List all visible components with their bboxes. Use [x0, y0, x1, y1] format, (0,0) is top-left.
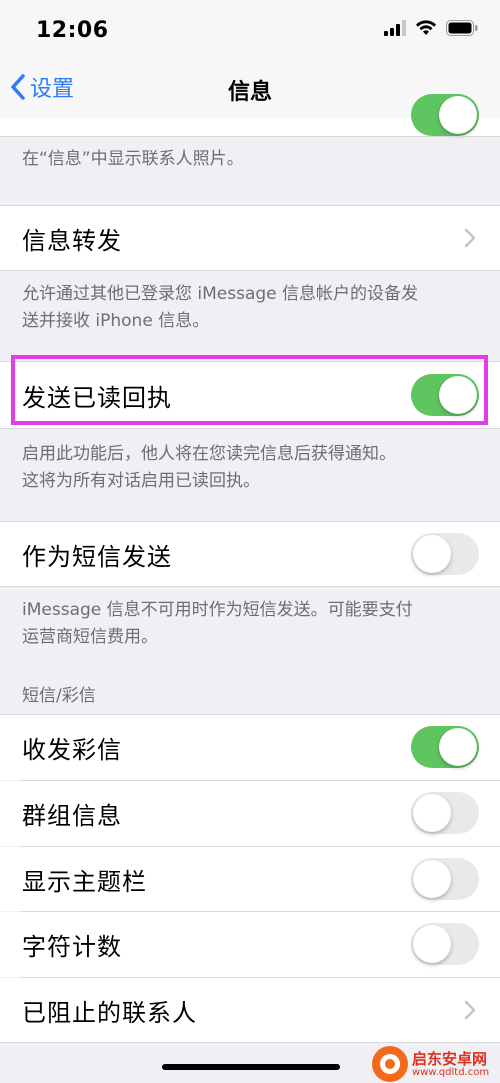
send-as-sms-cell: 作为短信发送	[0, 522, 500, 586]
read-receipts-footer: 启用此功能后，他人将在您读完信息后获得通知。 这将为所有对话启用已读回执。	[22, 441, 482, 495]
blocked-contacts-label: 已阻止的联系人	[22, 998, 197, 1027]
send-as-sms-footer-line2: 运营商短信费用。	[22, 627, 158, 647]
sms-mms-section-header: 短信/彩信	[22, 686, 96, 706]
send-as-sms-footer-line1: iMessage 信息不可用时作为短信发送。可能要支付	[22, 600, 413, 620]
toggle-knob	[413, 925, 451, 963]
read-receipts-cell: 发送已读回执	[0, 362, 500, 428]
send-as-sms-footer: iMessage 信息不可用时作为短信发送。可能要支付 运营商短信费用。	[22, 597, 482, 651]
toggle-knob	[439, 728, 477, 766]
watermark: 启东安卓网 www.qdltd.com	[372, 1046, 489, 1082]
home-indicator[interactable]	[162, 1064, 340, 1070]
forwarding-cell[interactable]: 信息转发	[0, 206, 500, 270]
show-subject-label: 显示主题栏	[22, 867, 147, 896]
mms-messaging-label: 收发彩信	[22, 736, 122, 764]
blocked-contacts-cell[interactable]: 已阻止的联系人	[0, 978, 500, 1042]
read-receipts-footer-line2: 这将为所有对话启用已读回执。	[22, 471, 260, 491]
toggle-knob	[439, 376, 477, 414]
send-as-sms-label: 作为短信发送	[22, 542, 172, 571]
cell-border	[0, 136, 500, 137]
contact-photos-footer: 在“信息”中显示联系人照片。	[22, 149, 244, 169]
cell-border	[0, 270, 500, 271]
read-receipts-label: 发送已读回执	[22, 383, 172, 412]
forwarding-footer-line1: 允许通过其他已登录您 iMessage 信息帐户的设备发	[22, 284, 419, 304]
contact-photos-cell	[0, 94, 500, 136]
forwarding-footer-line2: 送并接收 iPhone 信息。	[22, 311, 210, 331]
toggle-knob	[413, 860, 451, 898]
watermark-logo-icon	[372, 1046, 408, 1082]
cell-border	[0, 1042, 500, 1043]
status-icons	[384, 20, 478, 36]
read-receipts-toggle[interactable]	[411, 374, 479, 416]
read-receipts-footer-line1: 启用此功能后，他人将在您读完信息后获得通知。	[22, 444, 396, 464]
cell-border	[0, 586, 500, 587]
mms-messaging-toggle[interactable]	[411, 726, 479, 768]
watermark-text: 启东安卓网 www.qdltd.com	[412, 1051, 489, 1078]
group-messaging-label: 群组信息	[22, 802, 122, 830]
cell-border	[0, 428, 500, 429]
forwarding-footer: 允许通过其他已登录您 iMessage 信息帐户的设备发 送并接收 iPhone…	[22, 281, 482, 335]
show-subject-toggle[interactable]	[411, 858, 479, 900]
toggle-knob	[439, 96, 477, 134]
show-subject-cell: 显示主题栏	[0, 847, 500, 911]
watermark-title: 启东安卓网	[412, 1049, 488, 1068]
forwarding-label: 信息转发	[22, 226, 122, 255]
send-as-sms-toggle[interactable]	[411, 533, 479, 575]
group-messaging-toggle[interactable]	[411, 792, 479, 834]
toggle-knob	[413, 535, 451, 573]
cellular-signal-icon	[384, 20, 406, 36]
toggle-knob	[413, 794, 451, 832]
character-count-label: 字符计数	[22, 933, 122, 961]
status-time: 12:06	[36, 18, 109, 43]
status-bar: 12:06	[0, 0, 500, 58]
mms-messaging-cell: 收发彩信	[0, 715, 500, 780]
character-count-cell: 字符计数	[0, 912, 500, 977]
chevron-right-icon	[464, 228, 476, 248]
group-messaging-cell: 群组信息	[0, 781, 500, 846]
watermark-url: www.qdltd.com	[412, 1066, 490, 1078]
battery-icon	[446, 20, 478, 36]
character-count-toggle[interactable]	[411, 923, 479, 965]
contact-photos-toggle[interactable]	[411, 94, 479, 136]
chevron-right-icon	[464, 1000, 476, 1020]
wifi-icon	[416, 20, 436, 35]
